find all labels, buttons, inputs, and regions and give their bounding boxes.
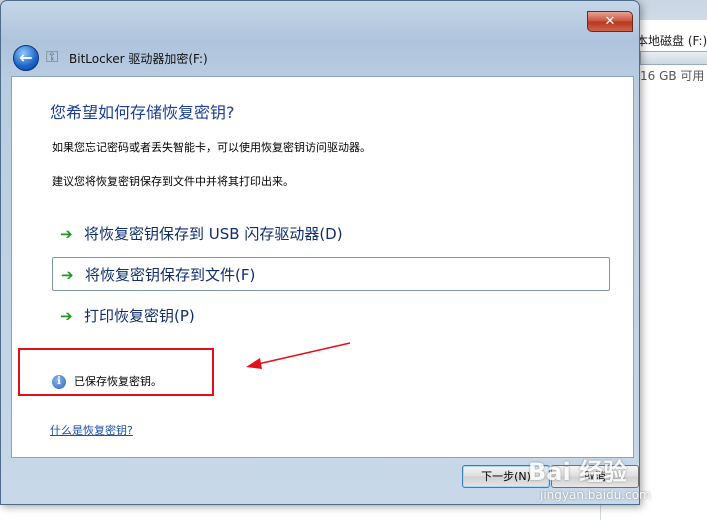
save-to-file-option[interactable]: ➔ 将恢复密钥保存到文件(F)	[52, 257, 610, 291]
window-title: BitLocker 驱动器加密(F:)	[69, 52, 208, 66]
bitlocker-key-icon: ⚿	[46, 47, 59, 66]
close-icon: ✕	[604, 14, 616, 29]
background-drive-title: 本地磁盘 (F:)	[636, 34, 707, 48]
option-label: 将恢复密钥保存到文件(F)	[85, 266, 256, 284]
watermark-logo: Bai 经验	[528, 458, 628, 486]
watermark-url: jingyan.baidu.com	[540, 488, 651, 502]
print-key-option[interactable]: ➔ 打印恢复密钥(P)	[52, 299, 610, 333]
option-label: 将恢复密钥保存到 USB 闪存驱动器(D)	[84, 225, 343, 243]
close-button[interactable]: ✕	[587, 11, 633, 32]
description-text: 如果您忘记密码或者丢失智能卡，可以使用恢复密钥访问驱动器。	[52, 141, 371, 154]
annotation-highlight-box	[18, 348, 214, 396]
content-panel: 您希望如何存储恢复密钥? 如果您忘记密码或者丢失智能卡，可以使用恢复密钥访问驱动…	[11, 76, 634, 458]
recommendation-text: 建议您将恢复密钥保存到文件中并将其打印出来。	[52, 175, 294, 188]
background-drive-usage-bar	[640, 51, 707, 65]
back-button[interactable]: ←	[13, 45, 39, 71]
green-arrow-icon: ➔	[61, 266, 74, 284]
back-arrow-icon: ←	[19, 48, 33, 67]
green-arrow-icon: ➔	[60, 307, 73, 325]
help-link[interactable]: 什么是恢复密钥?	[50, 422, 133, 438]
option-label: 打印恢复密钥(P)	[84, 307, 195, 325]
save-to-usb-option[interactable]: ➔ 将恢复密钥保存到 USB 闪存驱动器(D)	[52, 217, 610, 251]
page-heading: 您希望如何存储恢复密钥?	[50, 103, 235, 122]
green-arrow-icon: ➔	[60, 225, 73, 243]
bitlocker-dialog: ✕ ← ⚿ BitLocker 驱动器加密(F:) 您希望如何存储恢复密钥? 如…	[0, 0, 640, 505]
background-drive-free: 16 GB 可用	[640, 69, 705, 83]
